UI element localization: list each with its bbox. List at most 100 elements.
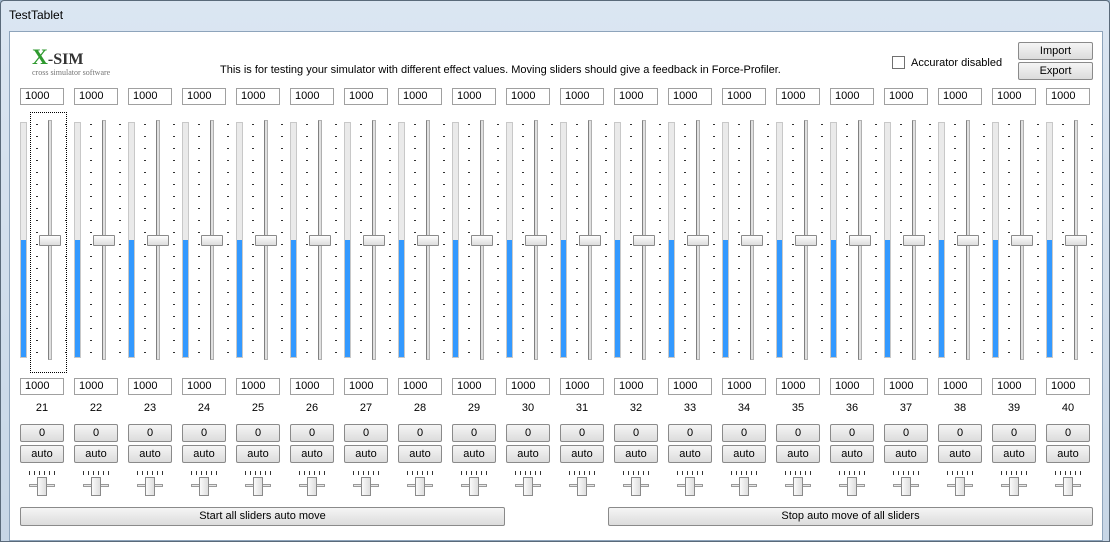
- slider-thumb[interactable]: [849, 235, 871, 246]
- auto-button[interactable]: auto: [668, 445, 712, 463]
- bottom-value-field[interactable]: 1000: [182, 378, 226, 395]
- bottom-value-field[interactable]: 1000: [452, 378, 496, 395]
- zero-button[interactable]: 0: [236, 424, 280, 442]
- bottom-value-field[interactable]: 1000: [776, 378, 820, 395]
- bottom-value-field[interactable]: 1000: [884, 378, 928, 395]
- mini-slider-thumb[interactable]: [685, 477, 695, 496]
- mini-slider-thumb[interactable]: [1063, 477, 1073, 496]
- zero-button[interactable]: 0: [506, 424, 550, 442]
- mini-slider-thumb[interactable]: [37, 477, 47, 496]
- slider-thumb[interactable]: [309, 235, 331, 246]
- bottom-value-field[interactable]: 1000: [74, 378, 118, 395]
- mini-slider-thumb[interactable]: [901, 477, 911, 496]
- stop-all-auto-button[interactable]: Stop auto move of all sliders: [608, 507, 1093, 526]
- bottom-value-field[interactable]: 1000: [20, 378, 64, 395]
- auto-button[interactable]: auto: [128, 445, 172, 463]
- zero-button[interactable]: 0: [398, 424, 442, 442]
- accurator-checkbox-wrap[interactable]: Accurator disabled: [892, 56, 1002, 69]
- auto-button[interactable]: auto: [20, 445, 64, 463]
- slider-thumb[interactable]: [1011, 235, 1033, 246]
- slider-thumb[interactable]: [525, 235, 547, 246]
- top-value-field[interactable]: 1000: [452, 88, 496, 105]
- mini-slider-thumb[interactable]: [739, 477, 749, 496]
- slider-thumb[interactable]: [93, 235, 115, 246]
- mini-slider-thumb[interactable]: [1009, 477, 1019, 496]
- top-value-field[interactable]: 1000: [614, 88, 658, 105]
- top-value-field[interactable]: 1000: [992, 88, 1036, 105]
- auto-button[interactable]: auto: [776, 445, 820, 463]
- slider-thumb[interactable]: [957, 235, 979, 246]
- slider-thumb[interactable]: [417, 235, 439, 246]
- start-all-auto-button[interactable]: Start all sliders auto move: [20, 507, 505, 526]
- zero-button[interactable]: 0: [128, 424, 172, 442]
- slider-thumb[interactable]: [633, 235, 655, 246]
- slider-thumb[interactable]: [147, 235, 169, 246]
- top-value-field[interactable]: 1000: [344, 88, 388, 105]
- auto-button[interactable]: auto: [938, 445, 982, 463]
- zero-button[interactable]: 0: [668, 424, 712, 442]
- mini-slider-thumb[interactable]: [415, 477, 425, 496]
- auto-button[interactable]: auto: [560, 445, 604, 463]
- zero-button[interactable]: 0: [776, 424, 820, 442]
- mini-slider-thumb[interactable]: [145, 477, 155, 496]
- mini-slider-thumb[interactable]: [793, 477, 803, 496]
- auto-button[interactable]: auto: [992, 445, 1036, 463]
- bottom-value-field[interactable]: 1000: [290, 378, 334, 395]
- mini-slider-thumb[interactable]: [199, 477, 209, 496]
- auto-button[interactable]: auto: [1046, 445, 1090, 463]
- top-value-field[interactable]: 1000: [398, 88, 442, 105]
- zero-button[interactable]: 0: [20, 424, 64, 442]
- bottom-value-field[interactable]: 1000: [1046, 378, 1090, 395]
- auto-button[interactable]: auto: [830, 445, 874, 463]
- slider-thumb[interactable]: [1065, 235, 1087, 246]
- accurator-checkbox[interactable]: [892, 56, 905, 69]
- import-button[interactable]: Import: [1018, 42, 1093, 60]
- auto-button[interactable]: auto: [506, 445, 550, 463]
- top-value-field[interactable]: 1000: [128, 88, 172, 105]
- zero-button[interactable]: 0: [74, 424, 118, 442]
- slider-thumb[interactable]: [579, 235, 601, 246]
- slider-thumb[interactable]: [471, 235, 493, 246]
- top-value-field[interactable]: 1000: [290, 88, 334, 105]
- zero-button[interactable]: 0: [992, 424, 1036, 442]
- bottom-value-field[interactable]: 1000: [722, 378, 766, 395]
- slider-thumb[interactable]: [687, 235, 709, 246]
- mini-slider-thumb[interactable]: [307, 477, 317, 496]
- top-value-field[interactable]: 1000: [1046, 88, 1090, 105]
- top-value-field[interactable]: 1000: [236, 88, 280, 105]
- top-value-field[interactable]: 1000: [560, 88, 604, 105]
- zero-button[interactable]: 0: [560, 424, 604, 442]
- bottom-value-field[interactable]: 1000: [668, 378, 712, 395]
- slider-thumb[interactable]: [903, 235, 925, 246]
- auto-button[interactable]: auto: [398, 445, 442, 463]
- top-value-field[interactable]: 1000: [722, 88, 766, 105]
- top-value-field[interactable]: 1000: [884, 88, 928, 105]
- top-value-field[interactable]: 1000: [938, 88, 982, 105]
- bottom-value-field[interactable]: 1000: [344, 378, 388, 395]
- top-value-field[interactable]: 1000: [668, 88, 712, 105]
- zero-button[interactable]: 0: [614, 424, 658, 442]
- auto-button[interactable]: auto: [884, 445, 928, 463]
- bottom-value-field[interactable]: 1000: [506, 378, 550, 395]
- auto-button[interactable]: auto: [182, 445, 226, 463]
- bottom-value-field[interactable]: 1000: [614, 378, 658, 395]
- export-button[interactable]: Export: [1018, 62, 1093, 80]
- bottom-value-field[interactable]: 1000: [560, 378, 604, 395]
- mini-slider-thumb[interactable]: [361, 477, 371, 496]
- zero-button[interactable]: 0: [884, 424, 928, 442]
- bottom-value-field[interactable]: 1000: [830, 378, 874, 395]
- auto-button[interactable]: auto: [344, 445, 388, 463]
- slider-thumb[interactable]: [363, 235, 385, 246]
- zero-button[interactable]: 0: [452, 424, 496, 442]
- auto-button[interactable]: auto: [614, 445, 658, 463]
- top-value-field[interactable]: 1000: [20, 88, 64, 105]
- top-value-field[interactable]: 1000: [776, 88, 820, 105]
- auto-button[interactable]: auto: [290, 445, 334, 463]
- mini-slider-thumb[interactable]: [523, 477, 533, 496]
- auto-button[interactable]: auto: [722, 445, 766, 463]
- bottom-value-field[interactable]: 1000: [938, 378, 982, 395]
- top-value-field[interactable]: 1000: [506, 88, 550, 105]
- slider-thumb[interactable]: [741, 235, 763, 246]
- zero-button[interactable]: 0: [1046, 424, 1090, 442]
- top-value-field[interactable]: 1000: [74, 88, 118, 105]
